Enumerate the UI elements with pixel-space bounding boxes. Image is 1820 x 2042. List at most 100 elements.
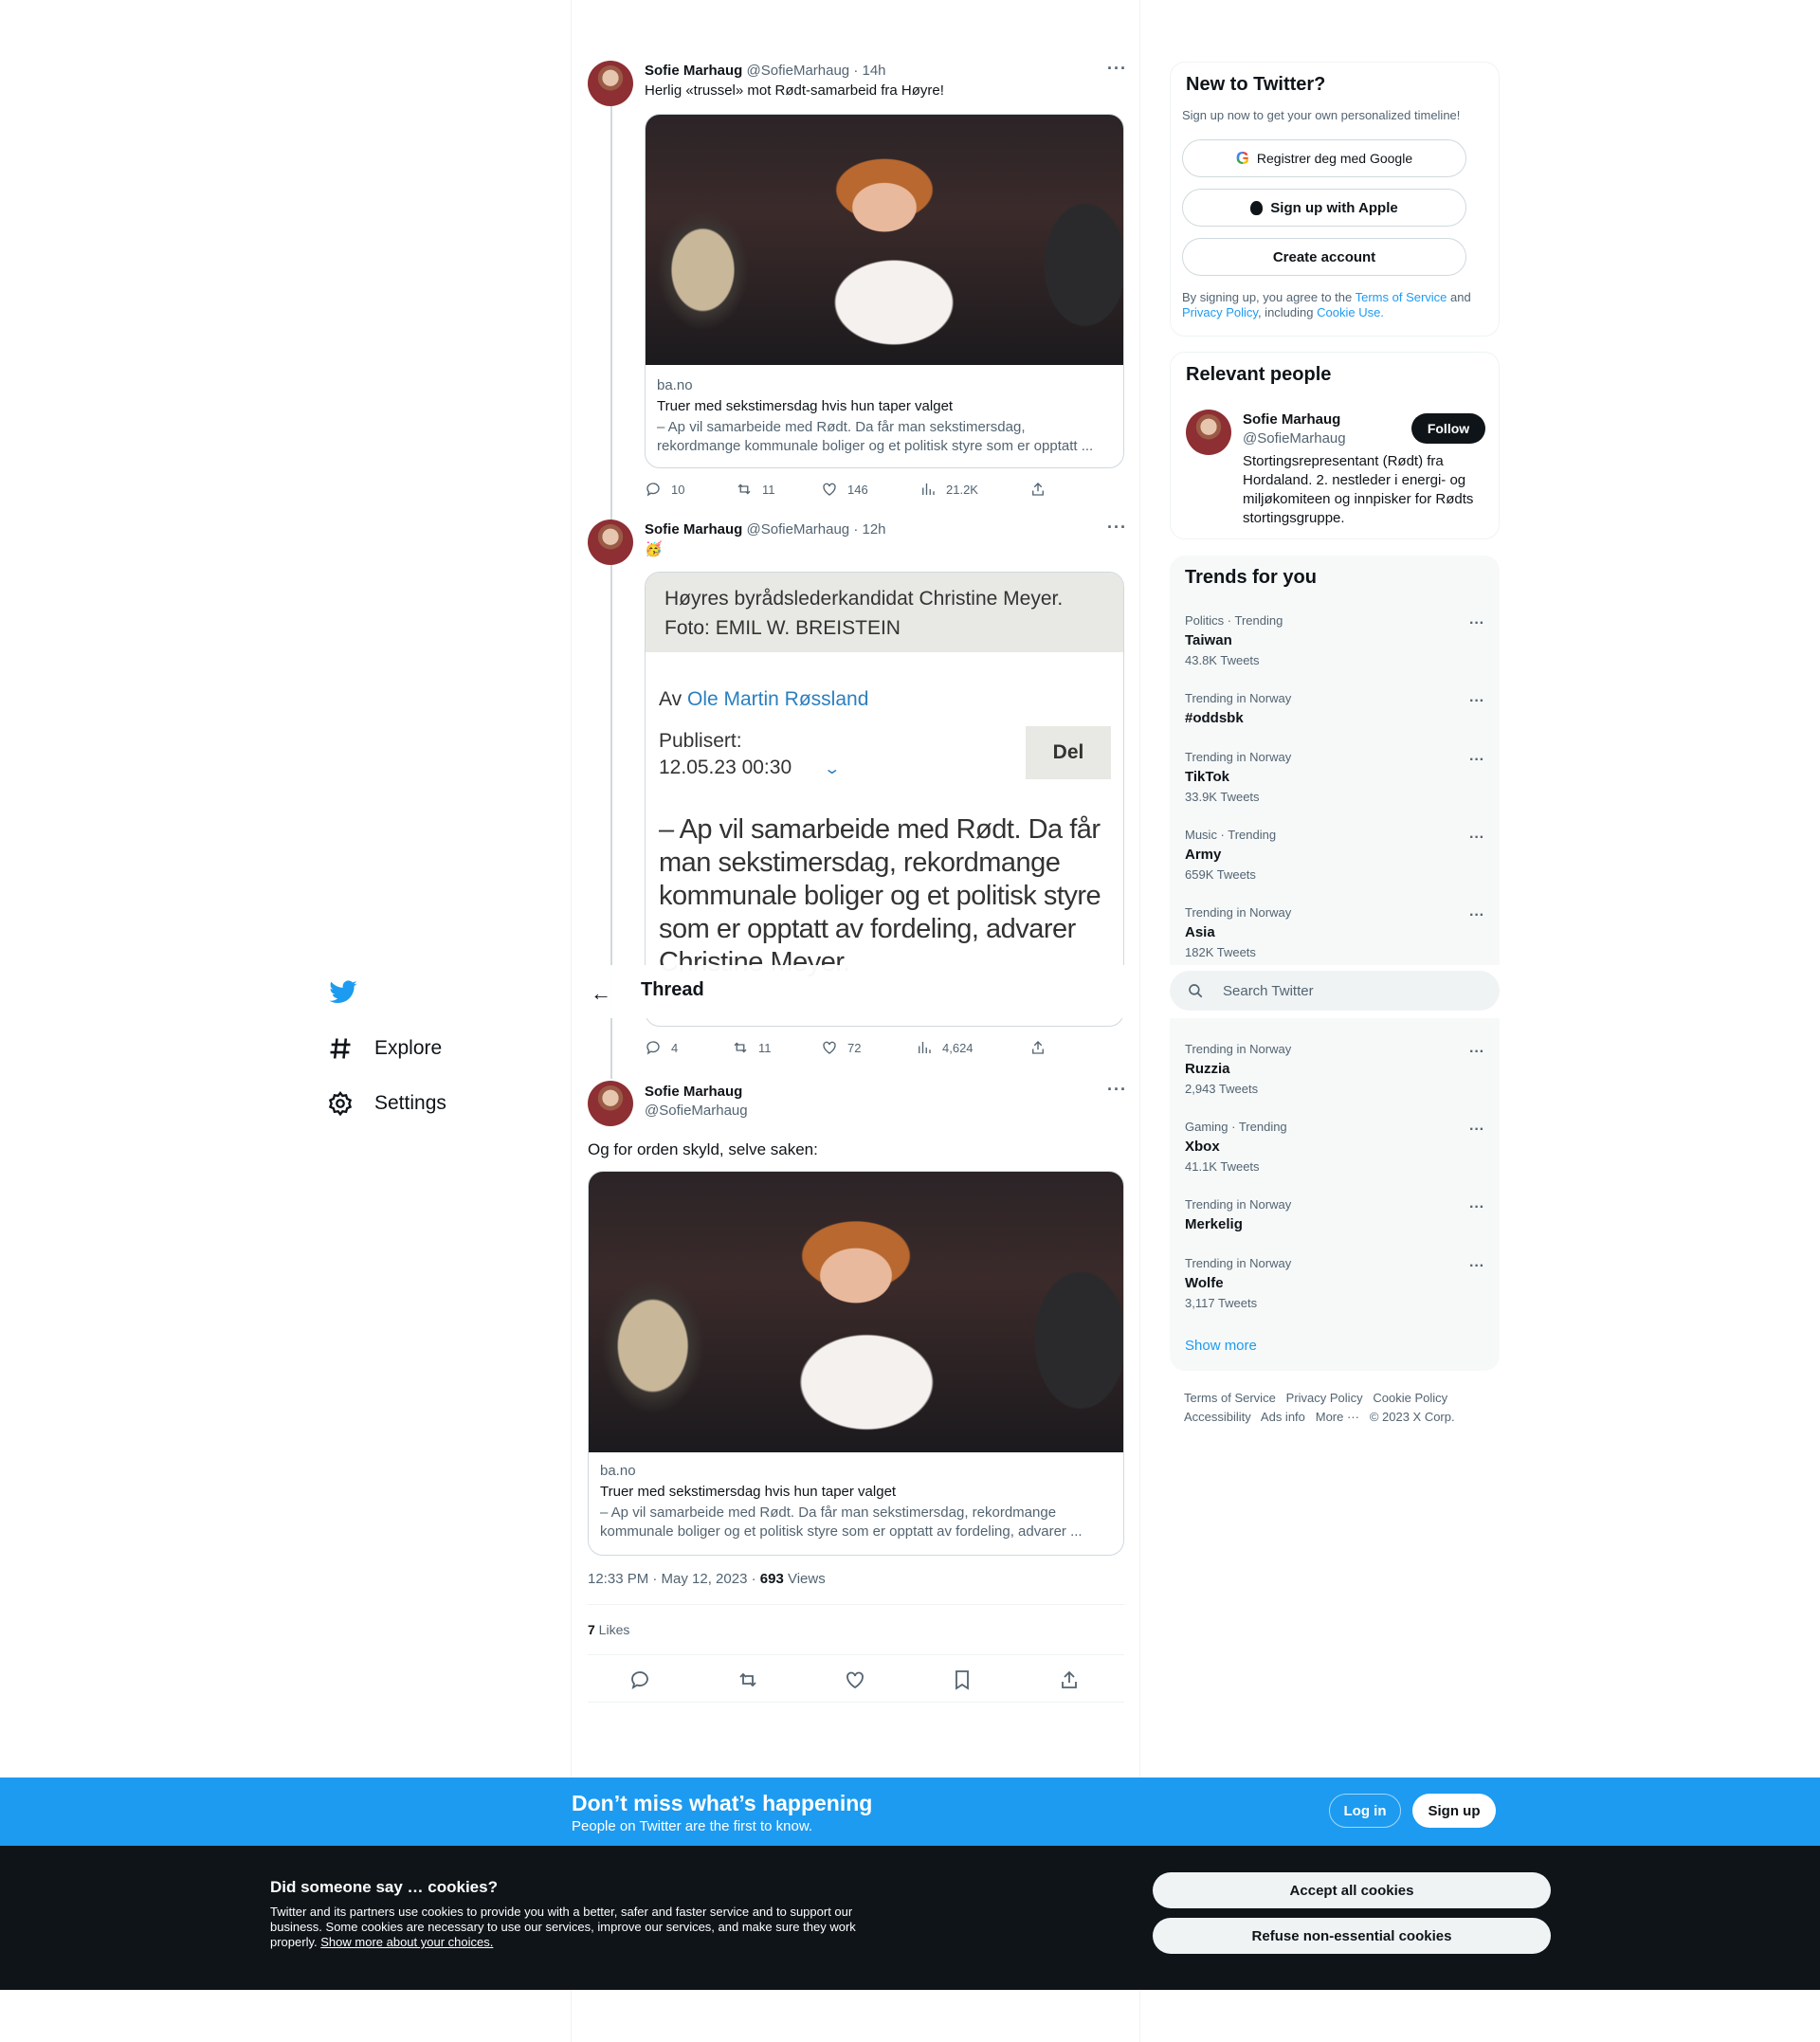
- author-handle[interactable]: @SofieMarhaug: [747, 521, 850, 538]
- twitter-logo-icon[interactable]: [328, 976, 358, 1007]
- footer-links: Terms of Service Privacy Policy Cookie P…: [1184, 1389, 1506, 1427]
- google-icon: G: [1235, 148, 1249, 168]
- more-icon[interactable]: ···: [1107, 59, 1127, 79]
- footer-accessibility[interactable]: Accessibility: [1184, 1410, 1251, 1424]
- create-account-button[interactable]: Create account: [1182, 238, 1466, 276]
- cookie-more-link[interactable]: Show more about your choices.: [320, 1935, 493, 1949]
- apple-signup-button[interactable]: Sign up with Apple: [1182, 189, 1466, 227]
- search-input[interactable]: Search Twitter: [1170, 971, 1500, 1011]
- views-button[interactable]: 21.2K: [919, 481, 978, 498]
- views-button[interactable]: 4,624: [916, 1039, 974, 1056]
- link-card[interactable]: ba.no Truer med sekstimersdag hvis hun t…: [588, 1171, 1124, 1556]
- avatar[interactable]: [1186, 410, 1231, 455]
- timestamp-text[interactable]: 12:33 PM · May 12, 2023 ·: [588, 1571, 760, 1587]
- footer-privacy[interactable]: Privacy Policy: [1286, 1391, 1363, 1405]
- signup-button[interactable]: Sign up: [1412, 1794, 1496, 1828]
- more-icon[interactable]: ···: [1469, 1258, 1484, 1275]
- person-handle[interactable]: @SofieMarhaug: [1243, 430, 1346, 447]
- trend-item[interactable]: Politics · Trending Taiwan 43.8K Tweets …: [1185, 613, 1488, 667]
- footer-cookie[interactable]: Cookie Policy: [1373, 1391, 1447, 1405]
- nav-settings[interactable]: Settings: [327, 1085, 446, 1122]
- reply-count: 4: [671, 1040, 679, 1055]
- reply-icon[interactable]: [628, 1668, 651, 1691]
- footer-tos[interactable]: Terms of Service: [1184, 1391, 1276, 1405]
- link-card[interactable]: ba.no Truer med sekstimersdag hvis hun t…: [645, 114, 1124, 468]
- share-button[interactable]: [1029, 1039, 1046, 1056]
- more-icon[interactable]: ···: [1107, 1080, 1127, 1100]
- more-icon[interactable]: ···: [1469, 1199, 1484, 1216]
- relevant-people-box: Relevant people Sofie Marhaug @SofieMarh…: [1170, 352, 1500, 539]
- byline-author[interactable]: Ole Martin Røssland: [687, 688, 868, 710]
- share-button[interactable]: [1029, 481, 1046, 498]
- terms-link[interactable]: Terms of Service: [1356, 290, 1447, 304]
- footer-more[interactable]: More ···: [1316, 1410, 1359, 1424]
- author-name[interactable]: Sofie Marhaug: [645, 521, 742, 538]
- more-icon[interactable]: ···: [1469, 693, 1484, 710]
- trend-count: 33.9K Tweets: [1185, 790, 1260, 804]
- signup-terms: By signing up, you agree to the Terms of…: [1182, 290, 1471, 319]
- share-icon[interactable]: [1058, 1668, 1081, 1691]
- views-icon: [922, 483, 935, 495]
- follow-button[interactable]: Follow: [1411, 413, 1485, 444]
- avatar[interactable]: [588, 61, 633, 106]
- more-icon[interactable]: ···: [1107, 518, 1127, 538]
- chevron-down-icon[interactable]: ⌄: [823, 757, 841, 783]
- cookie-text: Twitter and its partners use cookies to …: [270, 1905, 877, 1950]
- avatar[interactable]: [588, 520, 633, 565]
- like-button[interactable]: 72: [821, 1039, 861, 1056]
- accept-cookies-button[interactable]: Accept all cookies: [1153, 1872, 1551, 1908]
- avatar[interactable]: [588, 1081, 633, 1126]
- like-button[interactable]: 146: [821, 481, 868, 498]
- share-article-button[interactable]: Del: [1026, 726, 1111, 779]
- author-name[interactable]: Sofie Marhaug: [645, 1084, 742, 1100]
- more-icon[interactable]: ···: [1469, 1121, 1484, 1139]
- show-more-link[interactable]: Show more: [1185, 1338, 1257, 1354]
- accept-cookies-label: Accept all cookies: [1289, 1882, 1414, 1899]
- more-icon[interactable]: ···: [1469, 752, 1484, 769]
- reply-button[interactable]: 4: [645, 1039, 678, 1056]
- cookie-use-link[interactable]: Cookie Use.: [1317, 305, 1384, 319]
- retweet-button[interactable]: 11: [732, 1039, 772, 1056]
- trend-item[interactable]: Trending in Norway Asia 182K Tweets ···: [1185, 905, 1488, 959]
- create-account-label: Create account: [1272, 248, 1376, 265]
- login-button[interactable]: Log in: [1329, 1794, 1401, 1828]
- likes-summary[interactable]: 7 Likes: [588, 1622, 629, 1637]
- trend-item[interactable]: Trending in Norway Merkelig ···: [1185, 1197, 1488, 1232]
- retweet-button[interactable]: 11: [736, 481, 775, 498]
- more-icon[interactable]: ···: [1469, 830, 1484, 847]
- retweet-icon[interactable]: [737, 1668, 759, 1691]
- bookmark-icon[interactable]: [951, 1668, 974, 1691]
- person-name[interactable]: Sofie Marhaug: [1243, 411, 1340, 428]
- trend-item[interactable]: Gaming · Trending Xbox 41.1K Tweets ···: [1185, 1120, 1488, 1174]
- more-icon[interactable]: ···: [1469, 907, 1484, 924]
- trend-category: Trending in Norway: [1185, 691, 1292, 705]
- trend-item[interactable]: Trending in Norway Wolfe 3,117 Tweets ··…: [1185, 1256, 1488, 1310]
- tweet-time[interactable]: · 12h: [853, 521, 885, 538]
- google-signup-button[interactable]: G Registrer deg med Google: [1182, 139, 1466, 177]
- author-handle[interactable]: @SofieMarhaug: [645, 1103, 748, 1119]
- trend-item[interactable]: Trending in Norway TikTok 33.9K Tweets ·…: [1185, 750, 1488, 804]
- author-name[interactable]: Sofie Marhaug: [645, 63, 742, 79]
- trend-item[interactable]: Trending in Norway Ruzzia 2,943 Tweets ·…: [1185, 1042, 1488, 1096]
- more-icon[interactable]: ···: [1469, 615, 1484, 632]
- like-count: 72: [847, 1040, 862, 1055]
- more-icon[interactable]: ···: [1469, 1044, 1484, 1061]
- card-title: Truer med sekstimersdag hvis hun taper v…: [600, 1484, 897, 1500]
- footer-copyright: © 2023 X Corp.: [1369, 1410, 1455, 1424]
- back-arrow-icon[interactable]: ←: [591, 981, 611, 1006]
- nav-explore[interactable]: Explore: [327, 1030, 442, 1067]
- trend-item[interactable]: Music · Trending Army 659K Tweets ···: [1185, 828, 1488, 882]
- tweet-time[interactable]: · 14h: [853, 63, 885, 79]
- author-handle[interactable]: @SofieMarhaug: [747, 63, 850, 79]
- heart-icon[interactable]: [844, 1668, 866, 1691]
- article-photo: [589, 1172, 1123, 1452]
- article-screenshot-card[interactable]: Høyres byrådslederkandidat Christine Mey…: [645, 572, 1124, 1027]
- privacy-link[interactable]: Privacy Policy: [1182, 305, 1258, 319]
- trend-name: Wolfe: [1185, 1275, 1224, 1291]
- refuse-cookies-button[interactable]: Refuse non-essential cookies: [1153, 1918, 1551, 1954]
- refuse-cookies-label: Refuse non-essential cookies: [1251, 1927, 1452, 1944]
- trend-item[interactable]: Trending in Norway #oddsbk ···: [1185, 691, 1488, 726]
- retweet-icon: [734, 1042, 747, 1053]
- reply-button[interactable]: 10: [645, 481, 684, 498]
- footer-ads[interactable]: Ads info: [1261, 1410, 1305, 1424]
